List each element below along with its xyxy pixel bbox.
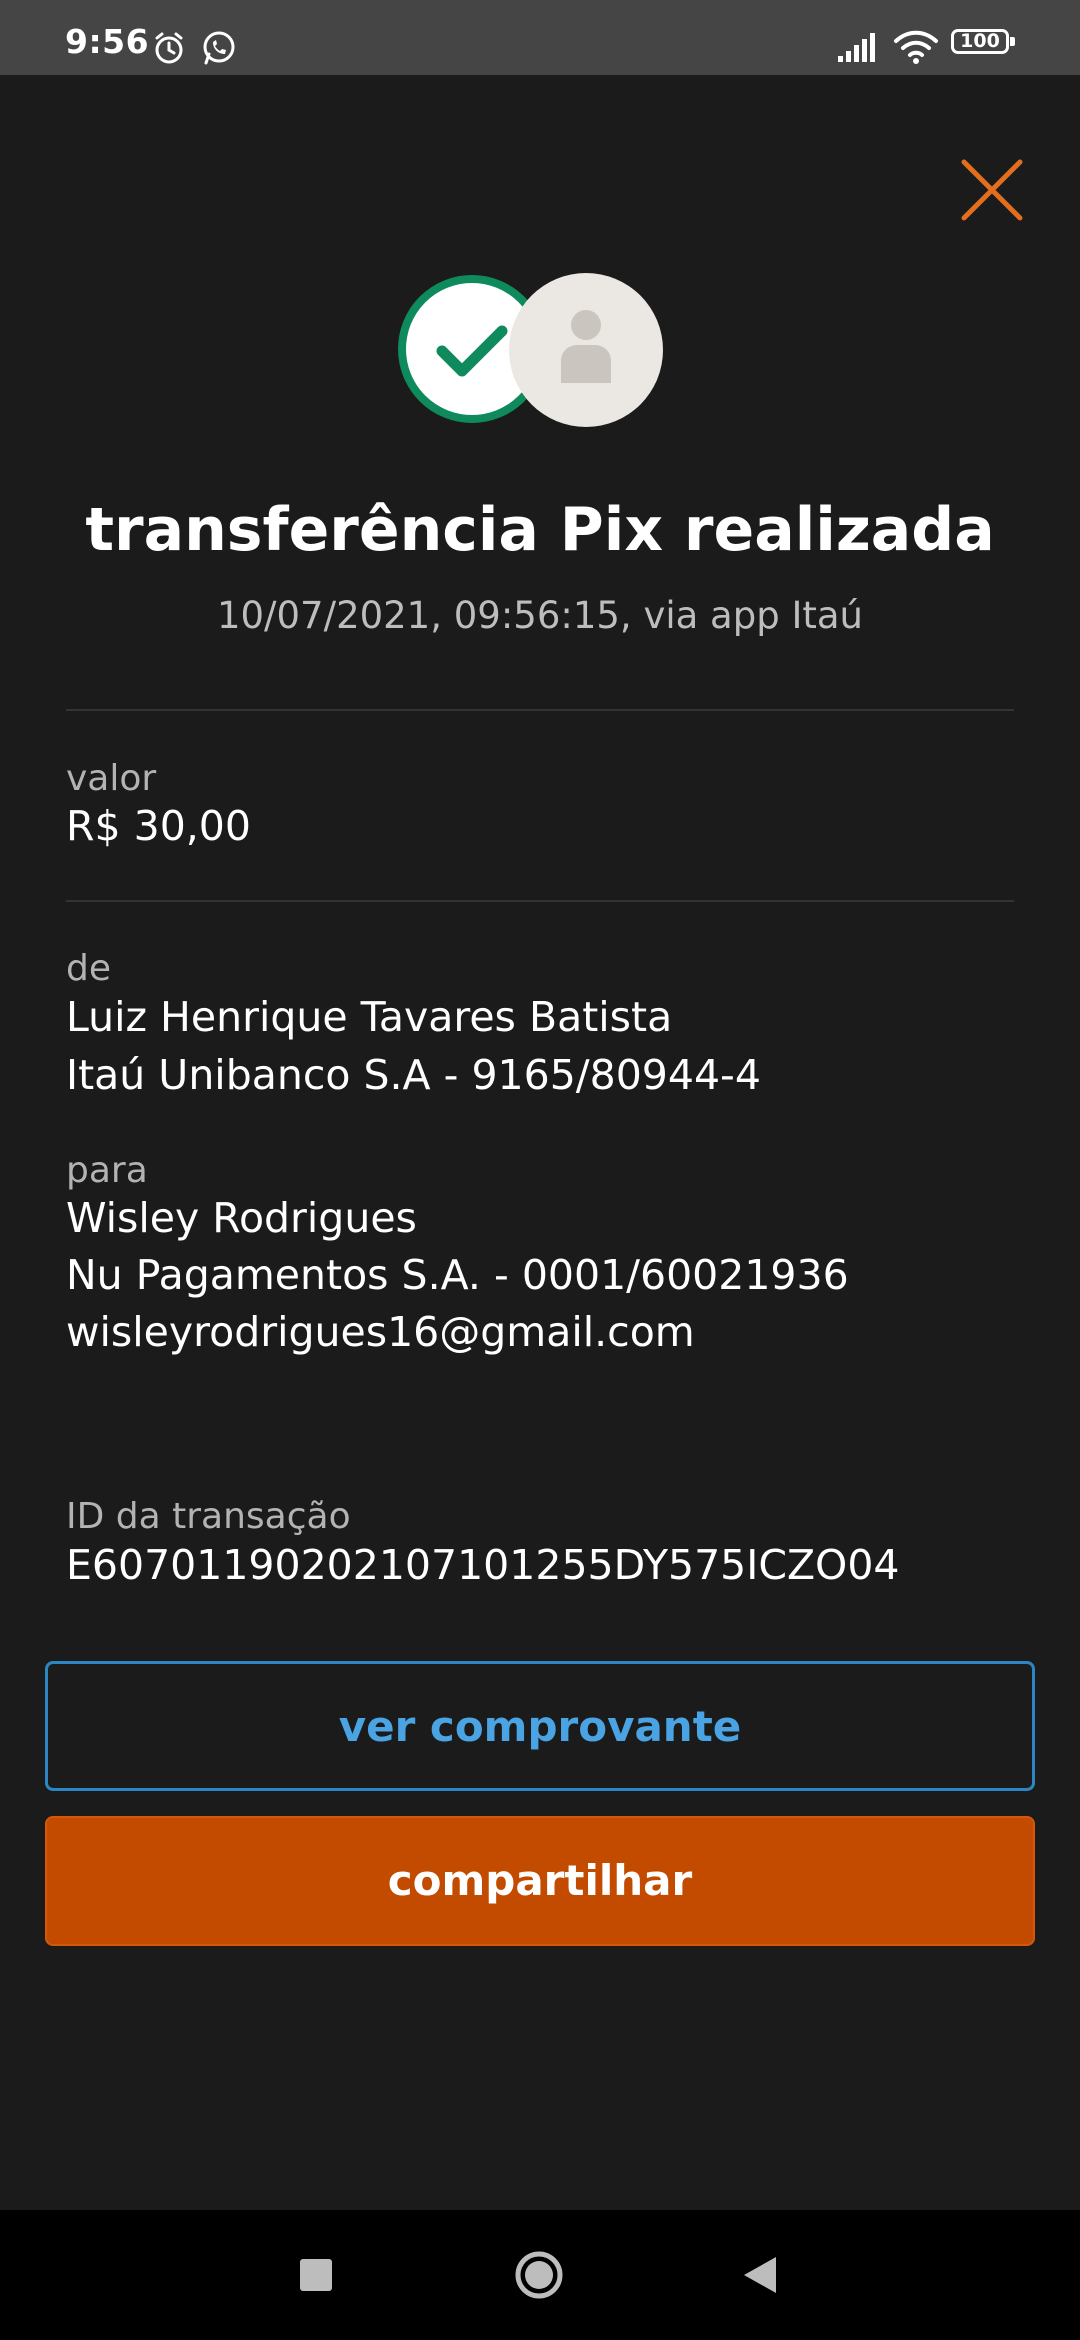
divider (66, 709, 1014, 711)
status-bar: 9:56 100 (0, 0, 1080, 75)
recipient-name: Wisley Rodrigues (66, 1194, 417, 1242)
page-title: transferência Pix realizada (85, 495, 995, 565)
back-icon[interactable] (740, 2254, 780, 2296)
transfer-status-avatars (395, 272, 665, 432)
close-icon[interactable] (950, 148, 1034, 232)
transfer-datetime: 10/07/2021, 09:56:15, via app Itaú (216, 594, 864, 637)
wifi-icon (894, 30, 938, 64)
recents-icon[interactable] (300, 2259, 332, 2291)
status-time: 9:56 (65, 22, 150, 61)
battery-indicator: 100 (951, 29, 1015, 54)
home-icon[interactable] (514, 2250, 564, 2300)
amount-value: R$ 30,00 (66, 802, 251, 850)
alarm-icon (155, 32, 183, 64)
transaction-id-label: ID da transação (66, 1496, 351, 1537)
recipient-bank: Nu Pagamentos S.A. - 0001/60021936 (66, 1251, 849, 1299)
recipient-email: wisleyrodrigues16@gmail.com (66, 1308, 695, 1356)
sender-label: de (66, 948, 111, 989)
recipient-avatar (509, 273, 663, 427)
sender-bank: Itaú Unibanco S.A - 9165/80944-4 (66, 1051, 761, 1099)
divider (66, 900, 1014, 902)
person-icon (561, 310, 611, 383)
amount-label: valor (66, 758, 157, 799)
signal-icon (838, 33, 875, 62)
recipient-label: para (66, 1150, 148, 1191)
view-receipt-button[interactable]: ver comprovante (45, 1661, 1035, 1791)
whatsapp-icon (203, 31, 235, 65)
transaction-id-value: E60701190202107101255DY575ICZO04 (66, 1541, 900, 1589)
sender-name: Luiz Henrique Tavares Batista (66, 993, 673, 1041)
share-button[interactable]: compartilhar (45, 1816, 1035, 1946)
